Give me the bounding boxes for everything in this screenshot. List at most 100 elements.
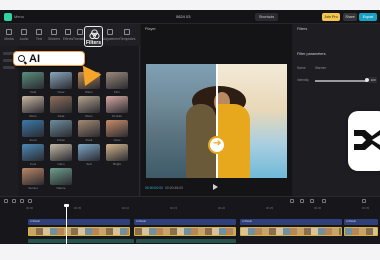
filter-thumbnail-label: Calm: [57, 162, 65, 166]
inspector-header: Filters: [297, 27, 308, 31]
audio-clip[interactable]: [136, 239, 236, 243]
share-button[interactable]: Share: [343, 13, 357, 21]
select-tool-icon[interactable]: [4, 199, 8, 203]
filter-thumbnail-label: Bright: [113, 162, 121, 166]
intensity-slider[interactable]: [315, 78, 369, 82]
timecode-total: 00:00:48:03: [165, 186, 183, 190]
filter-thumbnail[interactable]: [106, 120, 128, 137]
playhead[interactable]: [64, 204, 69, 244]
export-button[interactable]: Export: [359, 13, 377, 21]
zoom-in-icon[interactable]: [362, 199, 366, 203]
preview-canvas[interactable]: [146, 64, 287, 178]
text-clip[interactable]: AI Retail: [28, 219, 130, 225]
clip-frame: [311, 228, 318, 235]
filter-thumbnail-label: Nature: [56, 186, 66, 190]
compare-arrow-icon[interactable]: [208, 136, 226, 154]
filter-name-label: Name: [297, 66, 306, 70]
filter-thumbnail[interactable]: [106, 96, 128, 113]
clip-frame: [205, 228, 212, 235]
filter-thumbnail[interactable]: [22, 72, 44, 89]
clip-frame: [297, 228, 304, 235]
app-logo-icon: [4, 13, 12, 21]
ruler-tick-label: 00:15: [170, 206, 177, 210]
clip-frame: [92, 228, 99, 235]
video-clip[interactable]: [344, 227, 378, 236]
clip-frame: [135, 228, 142, 235]
filter-thumbnail[interactable]: [78, 96, 100, 113]
menu-button[interactable]: Menu: [14, 14, 24, 19]
clip-frame: [198, 228, 205, 235]
clip-frame: [255, 228, 262, 235]
filter-thumbnail[interactable]: [78, 120, 100, 137]
link-icon[interactable]: [300, 199, 304, 203]
filter-thumbnail-label: Food: [29, 138, 37, 142]
tab-stickers[interactable]: Stickers: [47, 27, 61, 41]
templates-icon: [124, 29, 130, 35]
clip-frame: [149, 228, 156, 235]
filter-thumbnail[interactable]: [22, 120, 44, 137]
tab-text[interactable]: Text: [32, 27, 46, 41]
clip-frame: [99, 228, 106, 235]
filter-thumbnail[interactable]: [106, 144, 128, 161]
tab-media[interactable]: Media: [2, 27, 16, 41]
compare-divider[interactable]: [216, 64, 218, 178]
shortcuts-button[interactable]: Shortcuts: [255, 13, 279, 21]
text-clip[interactable]: AI Retail: [344, 219, 378, 225]
filter-thumbnail[interactable]: [106, 72, 128, 89]
intensity-value-input[interactable]: 100: [369, 77, 377, 83]
tab-templates[interactable]: Templates: [120, 27, 136, 41]
filter-thumbnail[interactable]: [50, 72, 72, 89]
preview-axis-icon[interactable]: [310, 199, 314, 203]
undo-icon[interactable]: [12, 199, 16, 203]
video-clip[interactable]: [28, 227, 130, 236]
clip-frame: [276, 228, 283, 235]
effects-icon: [65, 29, 71, 35]
clip-frame: [170, 228, 177, 235]
timeline-ruler[interactable]: 00:00 00:05 00:10 00:15 00:20 00:25 00:30 00:35: [26, 206, 380, 211]
tab-label: Audio: [19, 37, 29, 41]
capcut-app-window: Menu 0824 03 Shortcuts Join Pro Share Ex…: [0, 10, 380, 244]
tab-adjustment[interactable]: Adjustment: [103, 27, 120, 41]
player-header: Player: [145, 27, 156, 31]
filter-thumbnail[interactable]: [50, 168, 72, 185]
redo-icon[interactable]: [20, 199, 24, 203]
clip-frame: [325, 228, 332, 235]
audio-clip[interactable]: [28, 239, 134, 243]
video-clip[interactable]: [134, 227, 236, 236]
tab-filters[interactable]: Filters: [84, 26, 103, 47]
filter-thumbnail[interactable]: [22, 96, 44, 113]
clip-frame: [304, 228, 311, 235]
join-pro-button[interactable]: Join Pro: [322, 13, 340, 21]
clip-frame: [345, 228, 352, 235]
filter-thumbnail[interactable]: [22, 168, 44, 185]
track-header-text: [0, 219, 26, 227]
tab-label: Stickers: [47, 37, 61, 41]
video-clip[interactable]: [240, 227, 342, 236]
search-input[interactable]: AI: [13, 51, 85, 66]
zoom-out-icon[interactable]: [322, 199, 326, 203]
filter-thumbnail[interactable]: [22, 144, 44, 161]
timecode-current: 00:00:00:00: [145, 186, 163, 190]
text-clip[interactable]: AI Retail: [134, 219, 236, 225]
filter-thumbnail-label: Vivid: [29, 90, 37, 94]
clip-frame: [177, 228, 184, 235]
split-icon[interactable]: [28, 199, 32, 203]
filter-thumbnail-label: Fade: [57, 114, 65, 118]
title-bar: Menu 0824 03 Shortcuts Join Pro Share Ex…: [0, 10, 380, 24]
filter-thumbnail[interactable]: [50, 120, 72, 137]
category-item[interactable]: [3, 66, 15, 69]
text-clip[interactable]: AI Retail: [240, 219, 342, 225]
clip-frame: [212, 228, 219, 235]
filter-thumbnail[interactable]: [50, 144, 72, 161]
filter-thumbnail[interactable]: [50, 96, 72, 113]
clip-frame: [269, 228, 276, 235]
timeline-toolbar: [0, 197, 380, 205]
tab-label: Templates: [120, 37, 136, 41]
filter-thumbnail[interactable]: [78, 144, 100, 161]
clip-frame: [50, 228, 57, 235]
magnet-icon[interactable]: [290, 199, 294, 203]
clip-frame: [352, 228, 359, 235]
play-icon[interactable]: [213, 184, 218, 190]
clip-frame: [113, 228, 120, 235]
tab-audio[interactable]: Audio: [17, 27, 31, 41]
